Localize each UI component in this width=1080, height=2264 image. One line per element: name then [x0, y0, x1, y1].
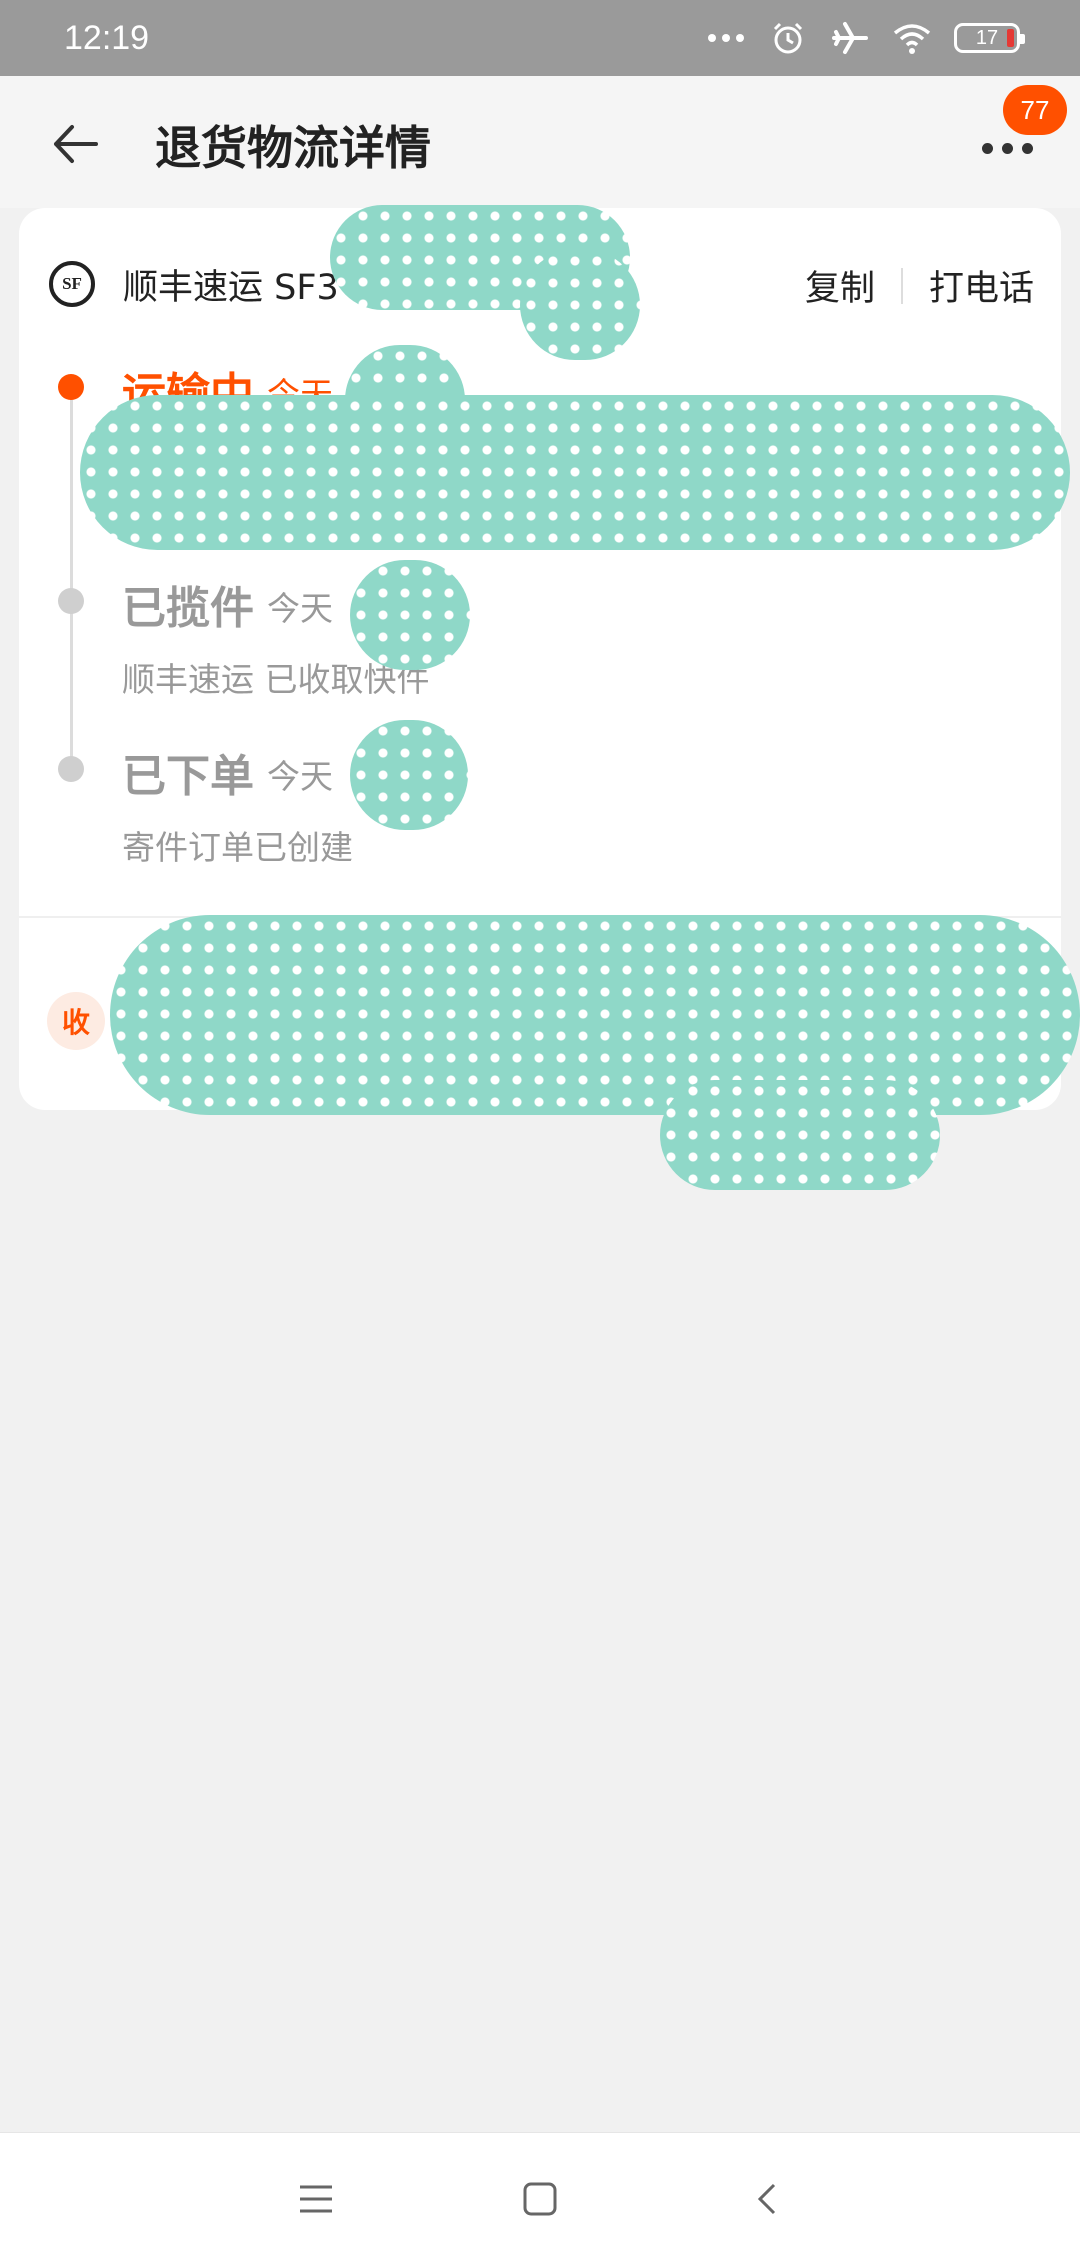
- menu-icon[interactable]: [284, 2167, 348, 2231]
- redaction-overlay: [660, 1080, 940, 1190]
- alarm-icon: [768, 18, 808, 58]
- timeline-dot: [58, 588, 84, 614]
- redaction-overlay: [520, 250, 640, 360]
- status-icons: 17: [706, 18, 1025, 58]
- redaction-overlay: [80, 395, 1070, 550]
- copy-button[interactable]: 复制: [805, 260, 875, 311]
- battery-level: 17: [975, 26, 999, 49]
- wifi-icon: [892, 18, 932, 58]
- notification-badge: 77: [1003, 85, 1067, 135]
- carrier-tracking-number: 顺丰速运 SF3: [123, 267, 339, 308]
- timeline-time: 今天: [267, 589, 333, 628]
- timeline-dot-active: [58, 374, 84, 400]
- call-button[interactable]: 打电话: [929, 260, 1034, 311]
- airplane-icon: [830, 18, 870, 58]
- timeline-time: 今天: [267, 757, 333, 796]
- action-divider: [900, 267, 903, 304]
- timeline-status: 已揽件: [122, 583, 254, 634]
- home-icon[interactable]: [508, 2167, 572, 2231]
- timeline-line: [70, 388, 73, 778]
- redaction-overlay: [350, 720, 468, 830]
- carrier-actions: 复制 打电话: [805, 260, 1034, 311]
- battery-icon: 17: [954, 23, 1025, 53]
- status-bar: 12:19 17: [0, 0, 1080, 76]
- status-time: 12:19: [64, 18, 150, 57]
- more-dots-icon: [706, 18, 746, 58]
- redaction-overlay: [110, 915, 1080, 1115]
- sf-logo-icon: SF: [49, 261, 95, 307]
- back-arrow-icon[interactable]: [48, 114, 108, 174]
- timeline-description: 寄件订单已创建: [122, 828, 353, 867]
- page-title: 退货物流详情: [155, 121, 431, 175]
- system-nav-bar: [0, 2132, 1080, 2264]
- receiver-icon: 收: [47, 992, 105, 1050]
- timeline-status: 已下单: [122, 751, 254, 802]
- redaction-overlay: [350, 560, 470, 670]
- header: 退货物流详情: [0, 76, 1080, 208]
- timeline-dot: [58, 756, 84, 782]
- back-icon[interactable]: [736, 2167, 800, 2231]
